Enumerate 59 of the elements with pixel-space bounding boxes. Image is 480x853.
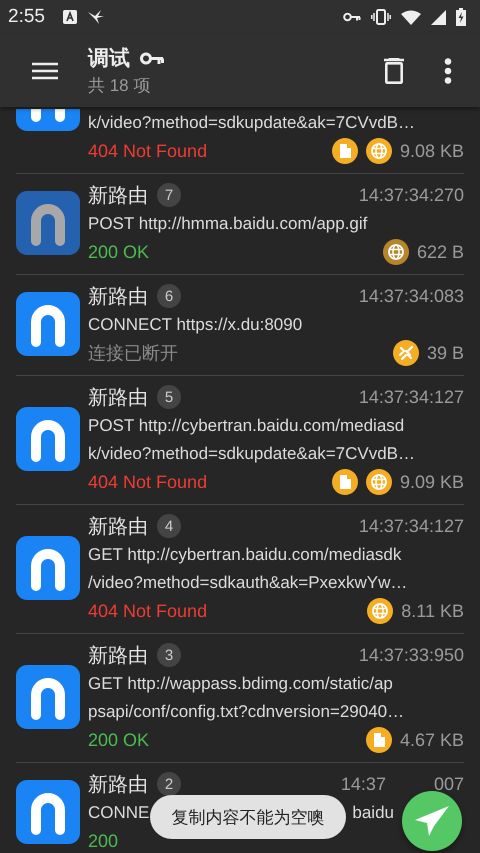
request-url: k/video?method=sdkupdate&ak=7CVvdB… — [88, 113, 415, 133]
timestamp: 14:37:33:950 — [358, 644, 464, 666]
response-status: 404 Not Found — [88, 472, 208, 492]
response-status: 连接已断开 — [88, 342, 178, 365]
sequence-badge: 7 — [157, 183, 181, 207]
toast-message: 复制内容不能为空噢 — [150, 795, 346, 839]
request-url: POST http://cybertran.baidu.com/mediasd — [88, 416, 404, 436]
request-url: baidu — [352, 803, 394, 823]
request-url: GET http://cybertran.baidu.com/mediasdk — [88, 545, 402, 565]
route-name: 新路由 — [88, 284, 148, 310]
route-name: 新路由 — [88, 514, 148, 540]
timestamp: 14:37:34:270 — [358, 184, 464, 206]
response-size: 4.67 KB — [400, 730, 464, 750]
response-size: 622 B — [416, 242, 464, 262]
sequence-badge: 6 — [157, 284, 181, 308]
keyboard-a-icon — [62, 10, 77, 24]
response-size: 9.08 KB — [400, 140, 464, 162]
request-url: /video?method=sdkauth&ak=PxexkwYw… — [88, 573, 408, 593]
sequence-badge: 5 — [157, 385, 181, 409]
item-count: 共 18 项 — [88, 75, 152, 97]
trash-icon[interactable] — [384, 58, 404, 84]
sequence-badge: 3 — [157, 643, 181, 667]
sequence-badge: 4 — [157, 514, 181, 538]
wifi-icon — [401, 10, 421, 24]
paper-plane-icon — [415, 806, 449, 836]
signal-icon — [431, 10, 446, 24]
request-url: CONNE — [88, 803, 150, 823]
status-time: 2:55 — [8, 6, 45, 28]
request-url: psapi/conf/config.txt?cdnversion=29040… — [88, 702, 404, 722]
response-status: 404 Not Found — [88, 140, 208, 162]
key-icon — [140, 52, 164, 64]
route-name: 新路由 — [88, 386, 148, 410]
vibrate-icon — [371, 9, 391, 25]
timestamp: 14:37:34:127 — [358, 516, 464, 536]
response-size: 9.09 KB — [400, 472, 464, 492]
request-url: GET http://wappass.bdimg.com/static/ap — [88, 674, 393, 694]
response-size: 39 B — [426, 342, 464, 364]
more-icon[interactable] — [444, 58, 452, 84]
timestamp: 14:37:34:083 — [358, 286, 464, 306]
response-status: 200 — [88, 830, 118, 852]
request-url: POST http://hmma.baidu.com/app.gif — [88, 214, 368, 234]
route-name: 新路由 — [88, 184, 148, 208]
battery-charging-icon — [456, 8, 466, 26]
sequence-badge: 2 — [157, 772, 181, 796]
key-icon — [343, 12, 361, 22]
bird-icon — [86, 9, 105, 25]
response-status: 404 Not Found — [88, 600, 208, 622]
timestamp: 14:37 — [340, 774, 386, 794]
timestamp: 14:37:34:127 — [358, 386, 464, 408]
response-status: 200 OK — [88, 242, 150, 262]
menu-icon[interactable] — [32, 62, 58, 80]
response-size: 8.11 KB — [401, 600, 464, 622]
route-name: 新路由 — [88, 772, 148, 798]
response-status: 200 OK — [88, 730, 150, 750]
timestamp: 007 — [434, 774, 464, 794]
request-url: CONNECT https://x.du:8090 — [88, 315, 302, 335]
screen-title: 调试 — [88, 46, 130, 72]
request-url: k/video?method=sdkupdate&ak=7CVvdB… — [88, 444, 415, 464]
route-name: 新路由 — [88, 644, 148, 668]
